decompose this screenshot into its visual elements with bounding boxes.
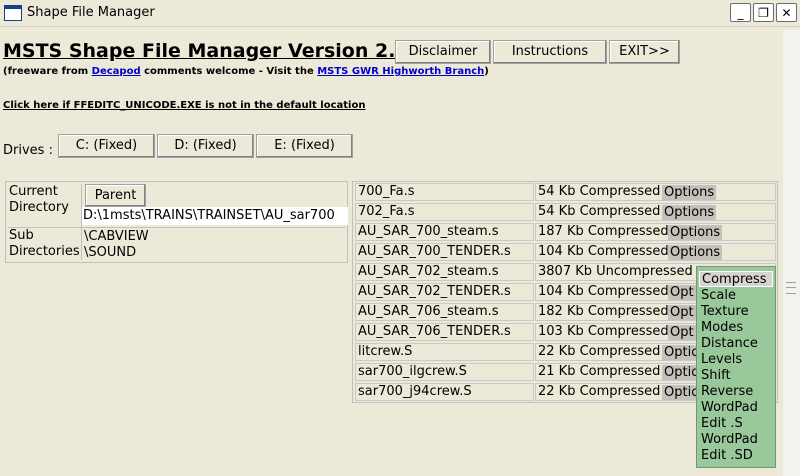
- drive-e-button[interactable]: E: (Fixed): [256, 134, 353, 158]
- file-size-text: 54 Kb Compressed: [538, 184, 661, 199]
- file-name: sar700_j94crew.S: [355, 383, 534, 401]
- file-name: litcrew.S: [355, 343, 534, 361]
- options-button[interactable]: Options: [662, 205, 717, 220]
- file-name: AU_SAR_706_TENDER.s: [355, 323, 534, 341]
- file-name: AU_SAR_706_steam.s: [355, 303, 534, 321]
- menu-item-wordpad-s[interactable]: WordPad: [699, 400, 773, 416]
- file-name: AU_SAR_702_TENDER.s: [355, 283, 534, 301]
- file-size-text: 187 Kb Compressed: [538, 224, 669, 239]
- menu-item-shift[interactable]: Shift: [699, 368, 773, 384]
- decapod-link[interactable]: Decapod: [92, 66, 141, 77]
- sub-label-line2: Directories: [9, 244, 80, 259]
- window-title: Shape File Manager: [27, 5, 155, 20]
- table-row: 700_Fa.s 54 Kb Compressed Options: [354, 183, 776, 202]
- current-directory-label: Current Directory: [9, 184, 69, 216]
- current-path-field: D:\1msts\TRAINS\TRAINSET\AU_sar700: [82, 207, 348, 225]
- file-name: 700_Fa.s: [355, 183, 534, 201]
- disclaimer-button[interactable]: Disclaimer: [395, 40, 491, 64]
- subdirectory-sound[interactable]: \SOUND: [84, 245, 136, 261]
- file-name: AU_SAR_700_TENDER.s: [355, 243, 534, 261]
- file-size-text: 3807 Kb Uncompressed: [538, 264, 693, 279]
- file-name: AU_SAR_700_steam.s: [355, 223, 534, 241]
- file-size-text: 21 Kb Compressed: [538, 364, 661, 379]
- close-button[interactable]: ✕: [776, 3, 797, 22]
- subdirectory-cabview[interactable]: \CABVIEW: [84, 229, 149, 245]
- options-button[interactable]: Opt: [668, 325, 696, 340]
- app-window-icon: [4, 5, 22, 21]
- drive-d-button[interactable]: D: (Fixed): [157, 134, 254, 158]
- menu-item-compress[interactable]: Compress: [699, 271, 773, 287]
- freeware-middle: comments welcome - Visit the: [140, 66, 318, 77]
- directory-panel: Current Directory Parent D:\1msts\TRAINS…: [5, 181, 348, 263]
- menu-item-edit-s[interactable]: Edit .S: [699, 416, 773, 432]
- highworth-branch-link[interactable]: MSTS GWR Highworth Branch: [317, 66, 484, 77]
- file-name: sar700_ilgcrew.S: [355, 363, 534, 381]
- options-button[interactable]: Options: [668, 225, 723, 240]
- menu-item-levels[interactable]: Levels: [699, 352, 773, 368]
- page-title: MSTS Shape File Manager Version 2.4: [3, 40, 409, 62]
- maximize-button[interactable]: ❐: [753, 3, 774, 22]
- current-label-line1: Current: [9, 184, 58, 199]
- table-row: AU_SAR_700_TENDER.s 104 Kb Compressed Opt…: [354, 243, 776, 262]
- freeware-prefix: (freeware from: [3, 66, 92, 77]
- freeware-notice: (freeware from Decapod comments welcome …: [3, 66, 489, 77]
- instructions-button[interactable]: Instructions: [493, 40, 607, 64]
- parent-button[interactable]: Parent: [85, 184, 146, 207]
- current-label-line2: Directory: [9, 200, 69, 215]
- menu-item-edit-sd[interactable]: Edit .SD: [699, 448, 773, 464]
- menu-item-wordpad-sd[interactable]: WordPad: [699, 432, 773, 448]
- file-size-text: 182 Kb Compressed: [538, 304, 669, 319]
- file-size-text: 103 Kb Compressed: [538, 324, 669, 339]
- file-size: 104 Kb Compressed Options: [535, 243, 776, 261]
- drives-label: Drives :: [3, 143, 53, 158]
- drive-c-button[interactable]: C: (Fixed): [58, 134, 155, 158]
- menu-item-distance[interactable]: Distance: [699, 336, 773, 352]
- options-button[interactable]: Opt: [668, 285, 696, 300]
- table-row: 702_Fa.s 54 Kb Compressed Options: [354, 203, 776, 222]
- sub-directories-label: Sub Directories: [9, 228, 80, 260]
- table-row: AU_SAR_700_steam.s 187 Kb Compressed Opti…: [354, 223, 776, 242]
- file-size: 54 Kb Compressed Options: [535, 183, 776, 201]
- minimize-button[interactable]: _: [730, 3, 751, 22]
- options-button[interactable]: Opt: [668, 305, 696, 320]
- file-size: 54 Kb Compressed Options: [535, 203, 776, 221]
- exit-button[interactable]: EXIT>>: [609, 40, 680, 64]
- title-bar: Shape File Manager _ ❐ ✕: [0, 0, 800, 27]
- file-size: 187 Kb Compressed Options: [535, 223, 776, 241]
- menu-item-modes[interactable]: Modes: [699, 320, 773, 336]
- sub-label-line1: Sub: [9, 228, 34, 243]
- file-size-text: 22 Kb Compressed: [538, 384, 661, 399]
- options-button[interactable]: Options: [668, 245, 723, 260]
- menu-item-reverse[interactable]: Reverse: [699, 384, 773, 400]
- file-size-text: 54 Kb Compressed: [538, 204, 661, 219]
- file-size-text: 104 Kb Compressed: [538, 284, 669, 299]
- ffeditc-location-link[interactable]: Click here if FFEDITC_UNICODE.EXE is not…: [3, 100, 365, 111]
- file-name: 702_Fa.s: [355, 203, 534, 221]
- scrollbar-grip-icon[interactable]: [786, 282, 796, 294]
- menu-item-texture[interactable]: Texture: [699, 304, 773, 320]
- file-name: AU_SAR_702_steam.s: [355, 263, 534, 281]
- freeware-suffix: ): [484, 66, 489, 77]
- menu-item-scale[interactable]: Scale: [699, 288, 773, 304]
- vertical-scrollbar[interactable]: [783, 30, 800, 476]
- options-context-menu: Compress Scale Texture Modes Distance Le…: [696, 266, 776, 468]
- options-button[interactable]: Options: [662, 185, 717, 200]
- file-size-text: 104 Kb Compressed: [538, 244, 669, 259]
- file-size-text: 22 Kb Compressed: [538, 344, 661, 359]
